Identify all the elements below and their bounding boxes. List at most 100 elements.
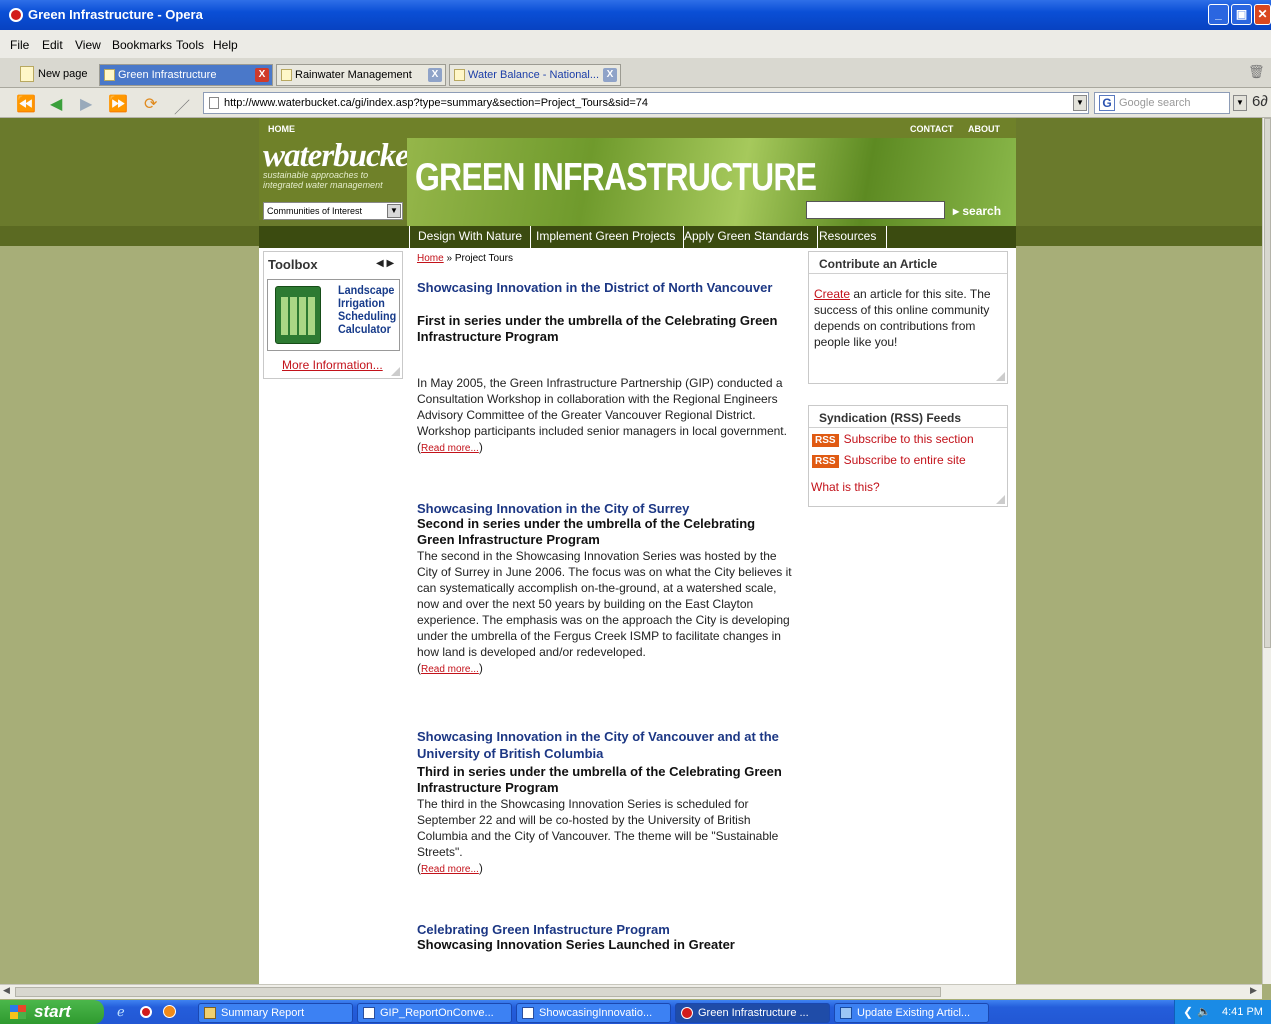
tab-label: Water Balance - National... xyxy=(468,69,600,81)
start-button[interactable]: start xyxy=(0,1000,104,1024)
article-title[interactable]: Showcasing Innovation in the City of Van… xyxy=(417,728,792,762)
subscribe-section-link[interactable]: RSS Subscribe to this section xyxy=(812,432,974,447)
breadcrumb-current: Project Tours xyxy=(454,253,513,264)
tool-card[interactable]: Landscape Irrigation Scheduling Calculat… xyxy=(267,279,400,351)
address-dropdown-icon[interactable]: ▼ xyxy=(1073,95,1087,111)
vertical-scrollbar[interactable] xyxy=(1262,118,1271,984)
close-tab-icon[interactable]: X xyxy=(603,68,617,82)
window-title: Green Infrastructure - Opera xyxy=(28,7,203,22)
word-icon xyxy=(522,1007,534,1019)
contact-link[interactable]: CONTACT xyxy=(910,124,953,134)
tool-name-line: Calculator xyxy=(338,322,391,336)
back-icon[interactable]: ◀ xyxy=(50,94,62,114)
rss-panel: Syndication (RSS) Feeds RSS Subscribe to … xyxy=(808,405,1008,507)
task-gip-report[interactable]: GIP_ReportOnConve... xyxy=(357,1003,512,1023)
read-more-link[interactable]: Read more... xyxy=(421,664,479,675)
article-subtitle: Third in series under the umbrella of th… xyxy=(417,764,782,795)
menu-edit[interactable]: Edit xyxy=(42,38,63,52)
brand-block: waterbucket sustainable approaches to in… xyxy=(259,138,418,220)
speaker-icon[interactable]: 🔈 xyxy=(1197,1000,1211,1024)
opera-icon xyxy=(9,8,23,22)
new-page-icon xyxy=(20,66,34,82)
tray-expand-icon[interactable]: ❮ xyxy=(1183,1000,1193,1024)
toolbox-arrows-icon[interactable]: ◀ ▶ xyxy=(376,258,394,269)
forward-icon[interactable]: ▶ xyxy=(80,94,92,114)
scroll-right-icon[interactable]: ▶ xyxy=(1250,985,1257,996)
communities-select[interactable]: Communities of Interest ▼ xyxy=(263,202,403,220)
task-summary-report[interactable]: Summary Report xyxy=(198,1003,353,1023)
window-titlebar[interactable]: Green Infrastructure - Opera _ ▣ ✕ xyxy=(0,0,1271,30)
voice-icon[interactable]: 6∂ xyxy=(1252,93,1268,110)
chevron-down-icon: ▼ xyxy=(387,204,401,218)
trash-icon[interactable]: 🗑 xyxy=(1248,64,1265,80)
rss-icon: RSS xyxy=(812,455,839,468)
ie-quicklaunch-icon[interactable]: ℯ xyxy=(117,1004,125,1020)
maximize-button[interactable]: ▣ xyxy=(1231,4,1252,25)
banner-image: GREEN INFRASTRUCTURE ▸ search xyxy=(407,138,1016,226)
web-search-field[interactable]: G Google search xyxy=(1094,92,1230,114)
system-tray: ❮ 🔈 4:41 PM xyxy=(1174,1000,1271,1024)
google-icon: G xyxy=(1099,95,1115,111)
tab-water-balance[interactable]: Water Balance - National... X xyxy=(449,64,621,86)
menu-view[interactable]: View xyxy=(75,38,101,52)
nav-apply-green-standards[interactable]: Apply Green Standards xyxy=(676,226,818,248)
panel-corner xyxy=(996,372,1005,381)
site-search-input[interactable] xyxy=(806,201,945,219)
article-title[interactable]: Showcasing Innovation in the City of Sur… xyxy=(417,501,792,516)
menu-bookmarks[interactable]: Bookmarks xyxy=(112,38,172,52)
read-more-link[interactable]: Read more... xyxy=(421,864,479,875)
rss-icon: RSS xyxy=(812,434,839,447)
search-engine-dropdown-icon[interactable]: ▼ xyxy=(1233,95,1247,111)
vertical-scroll-thumb[interactable] xyxy=(1264,118,1271,648)
nav-design-with-nature[interactable]: Design With Nature xyxy=(409,226,532,248)
reload-icon[interactable]: ⟳ xyxy=(144,94,157,114)
horizontal-scroll-thumb[interactable] xyxy=(15,987,941,997)
about-link[interactable]: ABOUT xyxy=(968,124,1000,134)
brand-tagline-1: sustainable approaches to xyxy=(263,170,369,180)
app-quicklaunch-icon[interactable] xyxy=(163,1005,176,1018)
site-search-button[interactable]: ▸ search xyxy=(953,204,1001,218)
search-button-label: search xyxy=(962,204,1002,218)
close-button[interactable]: ✕ xyxy=(1254,4,1271,25)
page-icon xyxy=(281,69,292,81)
menu-help[interactable]: Help xyxy=(213,38,238,52)
task-update-article[interactable]: Update Existing Articl... xyxy=(834,1003,989,1023)
opera-quicklaunch-icon[interactable] xyxy=(140,1006,152,1018)
task-showcasing-innovation[interactable]: ShowcasingInnovatio... xyxy=(516,1003,671,1023)
menu-tools[interactable]: Tools xyxy=(176,38,204,52)
nav-resources[interactable]: Resources xyxy=(811,226,887,248)
breadcrumb-home-link[interactable]: Home xyxy=(417,253,444,264)
panel-corner xyxy=(996,495,1005,504)
task-label: ShowcasingInnovatio... xyxy=(539,1007,653,1019)
nav-implement-green-projects[interactable]: Implement Green Projects xyxy=(527,226,685,248)
rewind-icon[interactable]: ⏪ xyxy=(16,94,36,114)
subscribe-site-link[interactable]: RSS Subscribe to entire site xyxy=(812,453,966,468)
create-link[interactable]: Create xyxy=(814,287,850,301)
scroll-left-icon[interactable]: ◀ xyxy=(3,985,10,996)
tab-rainwater-management[interactable]: Rainwater Management X xyxy=(276,64,446,86)
article-title[interactable]: Showcasing Innovation in the District of… xyxy=(417,280,792,295)
task-label: Green Infrastructure ... xyxy=(698,1007,809,1019)
minimize-button[interactable]: _ xyxy=(1208,4,1229,25)
article-title[interactable]: Celebrating Green Infastructure Program xyxy=(417,922,792,937)
address-field[interactable]: http://www.waterbucket.ca/gi/index.asp?t… xyxy=(203,92,1089,114)
menu-file[interactable]: File xyxy=(10,38,29,52)
article-body-text: In May 2005, the Green Infrastructure Pa… xyxy=(417,376,787,438)
new-page-button[interactable]: New page xyxy=(16,64,92,86)
article-body: The third in the Showcasing Innovation S… xyxy=(417,797,779,859)
tab-green-infrastructure[interactable]: Green Infrastructure X xyxy=(99,64,273,86)
top-navigation: HOME CONTACT ABOUT xyxy=(259,118,1016,138)
fast-forward-icon[interactable]: ⏩ xyxy=(108,94,128,114)
ie-icon xyxy=(840,1007,852,1019)
site-logo[interactable]: waterbucket xyxy=(263,138,418,174)
read-more-link[interactable]: Read more... xyxy=(421,443,479,454)
what-is-this-link[interactable]: What is this? xyxy=(811,480,880,494)
clock: 4:41 PM xyxy=(1222,1006,1263,1018)
task-green-infrastructure[interactable]: Green Infrastructure ... xyxy=(675,1003,830,1023)
more-information-link[interactable]: More Information... xyxy=(282,358,383,372)
close-tab-icon[interactable]: X xyxy=(255,68,269,82)
close-tab-icon[interactable]: X xyxy=(428,68,442,82)
home-link[interactable]: HOME xyxy=(268,124,295,134)
page-icon xyxy=(104,69,115,81)
edit-icon[interactable]: ／ xyxy=(174,94,190,118)
